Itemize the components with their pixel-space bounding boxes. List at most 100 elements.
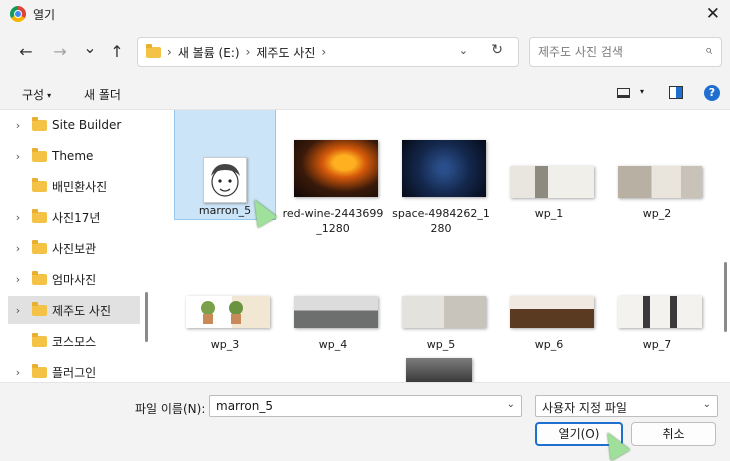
folder-icon [32, 208, 47, 223]
organize-dropdown-icon: ▾ [47, 91, 52, 100]
sidebar-item-label: 엄마사진 [52, 272, 97, 287]
back-arrow-icon[interactable]: ← [16, 42, 36, 62]
sidebar-scrollbar[interactable] [145, 292, 148, 342]
expand-chevron-icon[interactable]: › [8, 150, 28, 163]
navigation-bar: ← → ⌄ ↑ › 새 볼륨 (E:) › 제주도 사진 › ⌄ ↻ ⌕ [0, 28, 730, 76]
filename-input[interactable] [210, 396, 500, 416]
file-thumbnail [510, 296, 594, 328]
navigation-pane[interactable]: › Site Builder › Theme 배민환사진 › 사진17년 › 사… [0, 110, 152, 382]
command-toolbar: 구성 ▾ 새 폴더 ▾ ? [0, 76, 730, 110]
expand-chevron-icon[interactable]: › [8, 366, 28, 379]
cancel-button[interactable]: 취소 [631, 422, 716, 446]
sidebar-item-label: 제주도 사진 [52, 303, 112, 318]
up-arrow-icon[interactable]: ↑ [107, 42, 127, 62]
file-thumbnail-partial[interactable] [406, 358, 472, 382]
sidebar-item-cosmos[interactable]: 코스모스 [8, 327, 140, 355]
file-item-wp-6[interactable]: wp_6 [498, 236, 600, 351]
sidebar-item-photos-2017[interactable]: › 사진17년 [8, 203, 140, 231]
folder-icon [32, 177, 47, 192]
file-thumbnail [402, 296, 486, 328]
view-dropdown-icon[interactable]: ▾ [640, 87, 644, 96]
folder-icon [32, 301, 47, 316]
breadcrumb-drive[interactable]: 새 볼륨 (E:) [178, 44, 240, 61]
file-thumbnail [203, 157, 247, 203]
content-scrollbar[interactable] [724, 262, 727, 332]
file-name: wp_3 [210, 338, 240, 351]
filename-label: 파일 이름(N): [135, 402, 206, 416]
file-thumbnail [186, 296, 270, 328]
expand-chevron-icon[interactable]: › [8, 119, 28, 132]
sidebar-item-theme[interactable]: › Theme [8, 142, 140, 170]
file-item-wp-1[interactable]: wp_1 [498, 110, 600, 222]
cartoon-face-thumbnail [211, 164, 240, 197]
file-thumbnail [618, 296, 702, 328]
file-item-wp-5[interactable]: wp_5 [390, 236, 492, 351]
filetype-dropdown-icon[interactable]: ⌄ [703, 399, 711, 410]
sidebar-item-mom-photos[interactable]: › 엄마사진 [8, 265, 140, 293]
file-item-wp-2[interactable]: wp_2 [606, 110, 708, 222]
sidebar-item-site-builder[interactable]: › Site Builder [8, 111, 140, 139]
breadcrumb-separator-icon: › [167, 45, 172, 59]
new-folder-button[interactable]: 새 폴더 [84, 86, 121, 103]
refresh-icon[interactable]: ↻ [491, 42, 503, 58]
organize-button[interactable]: 구성 ▾ [22, 86, 51, 103]
folder-icon [32, 239, 47, 254]
file-name: wp_4 [318, 338, 348, 351]
breadcrumb-separator-icon: › [245, 45, 251, 59]
file-thumbnail [618, 166, 702, 198]
file-name: red-wine-2443699_1280 [282, 207, 384, 235]
close-icon[interactable]: ✕ [706, 4, 720, 24]
preview-pane-icon[interactable] [669, 86, 683, 99]
sidebar-item-photo-archive[interactable]: › 사진보관 [8, 234, 140, 262]
expand-chevron-icon[interactable]: › [8, 304, 28, 317]
filename-dropdown-icon[interactable]: ⌄ [507, 399, 515, 410]
address-bar[interactable]: › 새 볼륨 (E:) › 제주도 사진 › ⌄ ↻ [137, 37, 519, 67]
file-name: wp_5 [426, 338, 456, 351]
expand-chevron-icon[interactable]: › [8, 273, 28, 286]
file-thumbnail [294, 296, 378, 328]
file-item-red-wine[interactable]: red-wine-2443699_1280 [282, 110, 384, 235]
filetype-select[interactable]: 사용자 지정 파일 ⌄ [535, 395, 718, 417]
file-thumbnail [510, 166, 594, 198]
plants-thumbnail [201, 301, 243, 324]
file-item-wp-4[interactable]: wp_4 [282, 236, 384, 351]
file-item-space[interactable]: space-4984262_1280 [390, 110, 492, 235]
file-thumbnail [294, 140, 378, 197]
file-thumbnail [402, 140, 486, 197]
search-box[interactable]: ⌕ [529, 37, 722, 67]
sidebar-item-label: 배민환사진 [52, 179, 108, 194]
file-item-wp-3[interactable]: wp_3 [174, 236, 276, 351]
recent-locations-chevron-icon[interactable]: ⌄ [80, 38, 100, 58]
file-name: wp_2 [642, 207, 672, 220]
chrome-app-icon [10, 6, 26, 22]
file-name: wp_6 [534, 338, 564, 351]
forward-arrow-icon[interactable]: → [50, 42, 70, 62]
sidebar-item-baeminhwan-photos[interactable]: 배민환사진 [8, 172, 140, 200]
help-icon[interactable]: ? [704, 85, 720, 101]
sidebar-item-label: 사진17년 [52, 210, 101, 225]
filetype-value: 사용자 지정 파일 [542, 401, 627, 415]
breadcrumb-separator-icon[interactable]: › [321, 45, 326, 59]
folder-icon [32, 116, 47, 131]
file-name: wp_1 [534, 207, 564, 220]
file-name: wp_7 [642, 338, 672, 351]
expand-chevron-icon[interactable]: › [8, 211, 28, 224]
sidebar-item-label: Theme [52, 149, 94, 163]
sidebar-item-plugins[interactable]: › 플러그인 [8, 358, 140, 382]
expand-chevron-icon[interactable]: › [8, 242, 28, 255]
sidebar-item-label: 코스모스 [52, 334, 97, 349]
address-dropdown-icon[interactable]: ⌄ [459, 44, 468, 57]
search-icon[interactable]: ⌕ [705, 43, 712, 58]
search-input[interactable] [530, 38, 690, 66]
view-layout-icon[interactable] [617, 88, 630, 98]
breadcrumb-current-folder[interactable]: 제주도 사진 [256, 44, 315, 61]
sidebar-item-label: Site Builder [52, 118, 122, 132]
folder-icon [32, 332, 47, 347]
title-bar: 열기 ✕ [0, 0, 730, 28]
file-list-view[interactable]: marron_5 red-wine-2443699_1280 space-498… [152, 110, 730, 382]
file-item-wp-7[interactable]: wp_7 [606, 236, 708, 351]
sidebar-item-jeju-photos[interactable]: › 제주도 사진 [8, 296, 140, 324]
filename-combobox[interactable]: ⌄ [209, 395, 522, 417]
dialog-footer: 파일 이름(N): ⌄ 사용자 지정 파일 ⌄ 열기(O) 취소 [0, 382, 730, 461]
sidebar-item-label: 사진보관 [52, 241, 97, 256]
